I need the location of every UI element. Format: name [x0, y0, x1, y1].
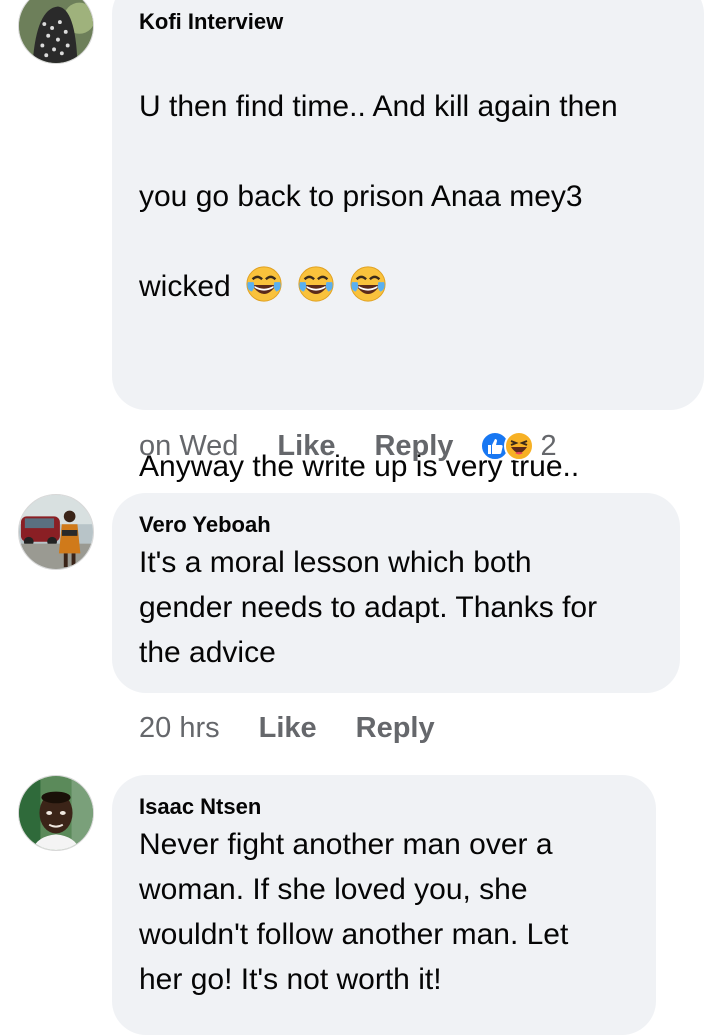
avatar[interactable]	[18, 775, 94, 851]
avatar-image	[19, 495, 93, 569]
comment-actions: on Wed Like Reply 2	[139, 426, 557, 466]
comment-timestamp[interactable]: on Wed	[139, 430, 238, 463]
like-button[interactable]: Like	[259, 712, 317, 745]
comment-actions: 20 hrs Like Reply	[139, 708, 474, 748]
comment-author[interactable]: Vero Yeboah	[139, 510, 654, 540]
comment-text: It's a moral lesson which both gender ne…	[139, 546, 598, 669]
laughing-tears-emoji-icon	[349, 265, 387, 303]
comment-author[interactable]: Isaac Ntsen	[139, 792, 630, 822]
comment-bubble[interactable]: Kofi Interview U then find time.. And ki…	[112, 0, 704, 618]
like-button[interactable]: Like	[277, 430, 335, 463]
reaction-summary[interactable]: 2	[480, 429, 557, 463]
comment-author[interactable]: Kofi Interview	[139, 7, 678, 37]
comment-bubble[interactable]: Isaac Ntsen Never fight another man over…	[112, 775, 656, 1035]
comment-text-line: wicked	[139, 264, 678, 309]
comment-bubble[interactable]: Vero Yeboah It's a moral lesson which bo…	[112, 493, 680, 693]
haha-reaction-icon	[504, 431, 535, 461]
avatar[interactable]	[18, 494, 94, 570]
reaction-count: 2	[540, 429, 557, 462]
reply-button[interactable]: Reply	[356, 712, 435, 745]
laughing-tears-emoji-icon	[245, 265, 283, 303]
avatar[interactable]	[18, 0, 94, 64]
comment-text: Never fight another man over a woman. If…	[139, 828, 569, 996]
comment-text-line: you go back to prison Anaa mey3	[139, 180, 583, 213]
comment-text-line-wicked: wicked	[139, 270, 231, 303]
comment-timestamp[interactable]: 20 hrs	[139, 712, 220, 745]
avatar-image	[19, 0, 93, 63]
avatar-image	[19, 776, 93, 850]
reply-button[interactable]: Reply	[374, 430, 453, 463]
laughing-tears-emoji-icon	[297, 265, 335, 303]
comment-text-line: U then find time.. And kill again then	[139, 90, 618, 123]
